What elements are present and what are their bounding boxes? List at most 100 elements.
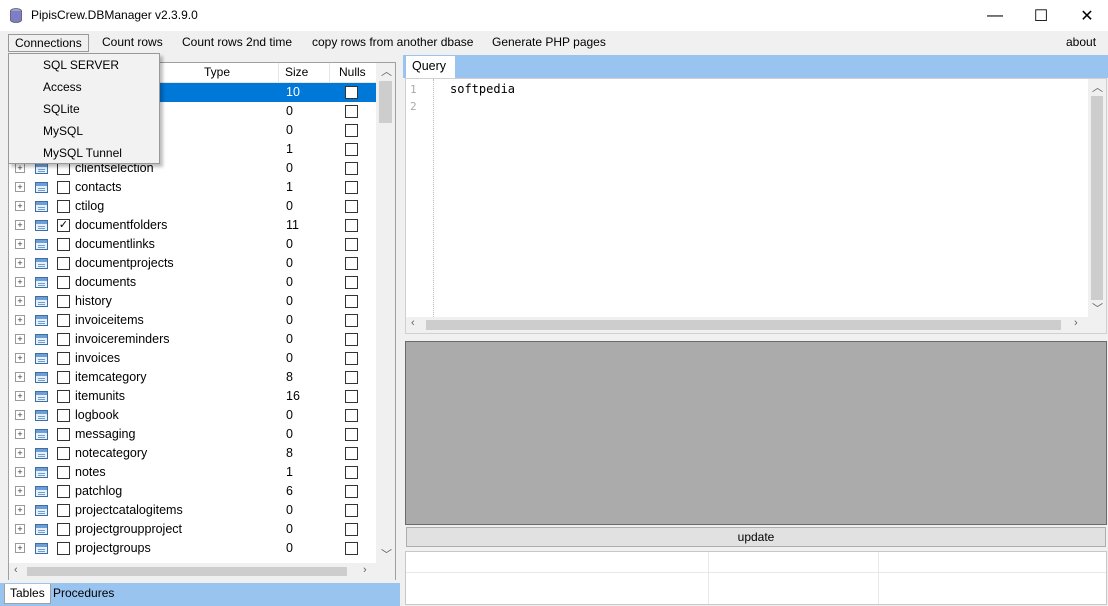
table-row[interactable]: + projectgroups 0 <box>9 539 376 558</box>
nulls-checkbox[interactable] <box>345 523 358 536</box>
table-row[interactable]: + notecategory 8 <box>9 444 376 463</box>
nulls-checkbox[interactable] <box>345 390 358 403</box>
expand-icon[interactable]: + <box>15 448 25 458</box>
close-button[interactable]: ✕ <box>1064 0 1108 31</box>
row-checkbox[interactable] <box>57 295 70 308</box>
nulls-checkbox[interactable] <box>345 105 358 118</box>
column-size[interactable]: Size <box>285 65 308 79</box>
expand-icon[interactable]: + <box>15 524 25 534</box>
expand-icon[interactable]: + <box>15 334 25 344</box>
nulls-checkbox[interactable] <box>345 466 358 479</box>
expand-icon[interactable]: + <box>15 505 25 515</box>
table-row[interactable]: + invoiceitems 0 <box>9 311 376 330</box>
row-checkbox[interactable] <box>57 409 70 422</box>
expand-icon[interactable]: + <box>15 201 25 211</box>
nulls-checkbox[interactable] <box>345 238 358 251</box>
menu-item-access[interactable]: Access <box>43 80 82 94</box>
nulls-checkbox[interactable] <box>345 200 358 213</box>
table-row[interactable]: + projectcatalogitems 0 <box>9 501 376 520</box>
table-row[interactable]: + notes 1 <box>9 463 376 482</box>
menu-count-rows[interactable]: Count rows <box>96 34 169 52</box>
row-checkbox[interactable] <box>57 485 70 498</box>
expand-icon[interactable]: + <box>15 391 25 401</box>
table-row[interactable]: + documents 0 <box>9 273 376 292</box>
expand-icon[interactable]: + <box>15 239 25 249</box>
table-row[interactable]: + invoicereminders 0 <box>9 330 376 349</box>
row-checkbox[interactable] <box>57 333 70 346</box>
nulls-checkbox[interactable] <box>345 276 358 289</box>
editor-horizontal-scrollbar[interactable]: ‹ › <box>406 317 1088 333</box>
expand-icon[interactable]: + <box>15 163 25 173</box>
editor-vertical-scrollbar[interactable]: ︿ ﹀ <box>1088 79 1106 317</box>
table-row[interactable]: + patchlog 6 <box>9 482 376 501</box>
expand-icon[interactable]: + <box>15 353 25 363</box>
results-grid[interactable] <box>405 551 1107 605</box>
row-checkbox[interactable] <box>57 466 70 479</box>
menu-item-mysql[interactable]: MySQL <box>43 124 83 138</box>
expand-icon[interactable]: + <box>15 467 25 477</box>
menu-item-sql-server[interactable]: SQL SERVER <box>43 58 119 72</box>
row-checkbox[interactable] <box>57 447 70 460</box>
row-checkbox[interactable] <box>57 200 70 213</box>
expand-icon[interactable]: + <box>15 315 25 325</box>
table-row[interactable]: + history 0 <box>9 292 376 311</box>
table-row[interactable]: + logbook 0 <box>9 406 376 425</box>
maximize-button[interactable]: ☐ <box>1018 0 1064 31</box>
nulls-checkbox[interactable] <box>345 542 358 555</box>
table-row[interactable]: + ✓ documentfolders 11 <box>9 216 376 235</box>
scroll-down-icon[interactable]: ﹀ <box>1092 300 1103 316</box>
scroll-up-icon[interactable]: ︿ <box>381 63 392 79</box>
expand-icon[interactable]: + <box>15 220 25 230</box>
menu-about[interactable]: about <box>1060 34 1102 52</box>
expand-icon[interactable]: + <box>15 296 25 306</box>
scroll-left-icon[interactable]: ‹ <box>14 564 18 576</box>
row-checkbox[interactable] <box>57 276 70 289</box>
scroll-up-icon[interactable]: ︿ <box>1092 79 1103 95</box>
expand-icon[interactable]: + <box>15 543 25 553</box>
row-checkbox[interactable] <box>57 314 70 327</box>
table-row[interactable]: + documentprojects 0 <box>9 254 376 273</box>
nulls-checkbox[interactable] <box>345 409 358 422</box>
column-type[interactable]: Type <box>204 65 230 79</box>
nulls-checkbox[interactable] <box>345 162 358 175</box>
column-nulls[interactable]: Nulls <box>339 65 366 79</box>
row-checkbox[interactable]: ✓ <box>57 219 70 232</box>
table-row[interactable]: + invoices 0 <box>9 349 376 368</box>
row-checkbox[interactable] <box>57 181 70 194</box>
nulls-checkbox[interactable] <box>345 219 358 232</box>
scroll-down-icon[interactable]: ﹀ <box>381 546 392 562</box>
row-checkbox[interactable] <box>57 257 70 270</box>
expand-icon[interactable]: + <box>15 258 25 268</box>
expand-icon[interactable]: + <box>15 277 25 287</box>
expand-icon[interactable]: + <box>15 372 25 382</box>
scroll-thumb[interactable] <box>27 567 347 576</box>
expand-icon[interactable]: + <box>15 486 25 496</box>
scroll-right-icon[interactable]: › <box>1074 317 1078 329</box>
expand-icon[interactable]: + <box>15 410 25 420</box>
nulls-checkbox[interactable] <box>345 181 358 194</box>
nulls-checkbox[interactable] <box>345 447 358 460</box>
menu-count-rows-2nd[interactable]: Count rows 2nd time <box>176 34 298 52</box>
nulls-checkbox[interactable] <box>345 428 358 441</box>
row-checkbox[interactable] <box>57 371 70 384</box>
tab-procedures[interactable]: Procedures <box>48 584 119 604</box>
minimize-button[interactable]: — <box>972 0 1018 31</box>
vertical-scrollbar[interactable]: ︿ ﹀ <box>376 63 395 563</box>
table-row[interactable]: + messaging 0 <box>9 425 376 444</box>
menu-item-mysql-tunnel[interactable]: MySQL Tunnel <box>43 146 122 160</box>
table-row[interactable]: + ctilog 0 <box>9 197 376 216</box>
expand-icon[interactable]: + <box>15 182 25 192</box>
row-checkbox[interactable] <box>57 390 70 403</box>
nulls-checkbox[interactable] <box>345 257 358 270</box>
nulls-checkbox[interactable] <box>345 504 358 517</box>
tab-tables[interactable]: Tables <box>4 584 51 604</box>
scroll-thumb[interactable] <box>379 81 392 123</box>
menu-connections[interactable]: Connections <box>8 34 89 52</box>
table-row[interactable]: + itemcategory 8 <box>9 368 376 387</box>
horizontal-scrollbar[interactable]: ‹ › <box>9 563 376 580</box>
row-checkbox[interactable] <box>57 542 70 555</box>
nulls-checkbox[interactable] <box>345 485 358 498</box>
nulls-checkbox[interactable] <box>345 86 358 99</box>
table-row[interactable]: + projectgroupproject 0 <box>9 520 376 539</box>
expand-icon[interactable]: + <box>15 429 25 439</box>
